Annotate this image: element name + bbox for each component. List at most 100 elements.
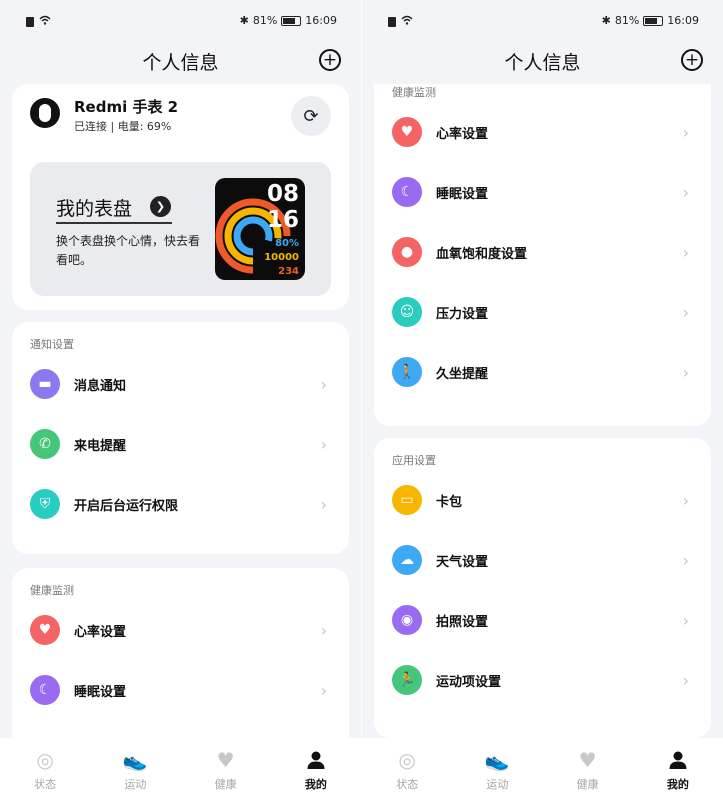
watch-hour: 08 [266,181,299,207]
chevron-right-icon: › [682,122,689,142]
message-icon: ▬ [30,369,60,399]
chevron-right-icon: › [682,490,689,510]
bluetooth-icon: ✱ [601,14,611,27]
chevron-right-icon: › [320,374,327,394]
camera-icon: ◉ [392,605,422,635]
row-message-notification[interactable]: ▬ 消息通知 › [12,358,349,410]
nav-mine[interactable]: 我的 [633,738,723,800]
wifi-icon [401,15,413,28]
status-ring-icon: ◎ [398,748,416,772]
device-status: 已连接 | 电量: 69% [74,120,172,133]
row-heart-rate[interactable]: ♥ 心率设置 › [374,106,711,158]
heart-icon: ♥ [392,117,422,147]
row-label: 睡眠设置 [74,684,127,700]
watchface-description: 换个表盘换个心情，快去看看吧。 [56,234,201,267]
nav-mine[interactable]: 我的 [271,738,361,800]
nav-label: 我的 [666,778,689,791]
phone-icon: ✆ [30,429,60,459]
row-sport-items[interactable]: 🏃 运动项设置 › [374,654,711,706]
row-label: 开启后台运行权限 [74,498,179,514]
person-icon [666,748,690,772]
watch-stat-oxygen: 80% [275,238,299,249]
row-stress[interactable]: ☺ 压力设置 › [374,286,711,338]
section-title: 健康监测 [392,86,436,99]
card-icon: ▭ [392,485,422,515]
row-sedentary-reminder[interactable]: 🚶 久坐提醒 › [374,346,711,398]
watch-icon [30,98,60,128]
row-wallet[interactable]: ▭ 卡包 › [374,474,711,526]
row-heart-rate[interactable]: ♥ 心率设置 › [12,604,349,656]
chevron-right-icon: › [320,680,327,700]
nav-label: 健康 [576,778,599,791]
heart-icon: ♥ [578,748,597,772]
status-bar: ✱ 81% 16:09 [362,0,723,36]
add-button[interactable]: + [319,49,341,71]
content-scroll[interactable]: 健康监测 ♥ 心率设置 › ☾ 睡眠设置 › ● 血氧饱和度设置 › ☺ 压力设… [362,84,723,738]
chevron-right-icon: › [320,434,327,454]
clock: 16:09 [667,14,699,27]
chevron-right-icon: › [320,620,327,640]
row-label: 久坐提醒 [436,366,489,382]
nav-sport[interactable]: 👟 运动 [452,738,542,800]
bottom-nav: ◎ 状态 👟 运动 ♥ 健康 我的 [0,738,361,800]
wifi-icon [39,15,51,28]
row-camera[interactable]: ◉ 拍照设置 › [374,594,711,646]
sim-icon [388,16,396,27]
screen-right: ✱ 81% 16:09 个人信息 + 健康监测 ♥ 心率设置 › ☾ 睡眠设置 [362,0,723,800]
nav-label: 状态 [396,778,419,791]
watchface-panel[interactable]: 我的表盘 ❯ 换个表盘换个心情，快去看看吧。 08 16 80% 10000 2… [30,162,331,296]
chevron-right-icon: ❯ [150,196,171,217]
page-title: 个人信息 [142,52,219,74]
row-call-reminder[interactable]: ✆ 来电提醒 › [12,418,349,470]
chevron-right-icon: › [682,550,689,570]
row-label: 拍照设置 [436,614,489,630]
screen-left: ✱ 81% 16:09 个人信息 + Redmi 手表 2 已连接 | 电量: … [0,0,361,800]
watch-minute: 16 [266,207,299,233]
refresh-icon: ⟳ [303,105,319,127]
sync-button[interactable]: ⟳ [291,96,331,136]
row-label: 心率设置 [74,624,127,640]
row-sleep[interactable]: ☾ 睡眠设置 › [12,664,349,716]
nav-status[interactable]: ◎ 状态 [362,738,452,800]
heart-icon: ♥ [30,615,60,645]
nav-sport[interactable]: 👟 运动 [90,738,180,800]
nav-health[interactable]: ♥ 健康 [543,738,633,800]
sim-icon [26,16,34,27]
battery-percent: 81% [614,14,640,27]
status-ring-icon: ◎ [36,748,54,772]
smile-icon: ☺ [392,297,422,327]
apps-card: 应用设置 ▭ 卡包 › ☁ 天气设置 › ◉ 拍照设置 › 🏃 运动项设置 › [374,438,711,738]
chevron-right-icon: › [682,610,689,630]
chevron-right-icon: › [682,302,689,322]
run-icon: 🏃 [392,665,422,695]
row-label: 压力设置 [436,306,489,322]
row-sleep[interactable]: ☾ 睡眠设置 › [374,166,711,218]
row-blood-oxygen[interactable]: ● 血氧饱和度设置 › [374,226,711,278]
row-background-permission[interactable]: ⛨ 开启后台运行权限 › [12,478,349,530]
clock: 16:09 [305,14,337,27]
row-weather[interactable]: ☁ 天气设置 › [374,534,711,586]
watch-stat-calories: 234 [278,266,299,277]
health-card: 健康监测 ♥ 心率设置 › ☾ 睡眠设置 › ● 血氧饱和度设置 › ☺ 压力设… [374,84,711,426]
nav-label: 健康 [214,778,237,791]
content-scroll[interactable]: Redmi 手表 2 已连接 | 电量: 69% ⟳ 我的表盘 ❯ 换个表盘换个… [0,84,361,738]
watchface-underline [56,222,172,224]
row-label: 来电提醒 [74,438,127,454]
section-title: 通知设置 [30,338,74,351]
device-name: Redmi 手表 2 [74,98,179,116]
bottom-nav: ◎ 状态 👟 运动 ♥ 健康 我的 [362,738,723,800]
device-card: Redmi 手表 2 已连接 | 电量: 69% ⟳ 我的表盘 ❯ 换个表盘换个… [12,84,349,310]
status-bar: ✱ 81% 16:09 [0,0,361,36]
nav-status[interactable]: ◎ 状态 [0,738,90,800]
nav-label: 运动 [486,778,509,791]
add-button[interactable]: + [681,49,703,71]
chevron-right-icon: › [682,242,689,262]
shoe-icon: 👟 [122,748,148,772]
blood-drop-icon: ● [392,237,422,267]
person-icon [304,748,328,772]
battery-icon [643,15,664,26]
nav-label: 状态 [34,778,57,791]
plus-icon: + [322,49,338,70]
nav-health[interactable]: ♥ 健康 [181,738,271,800]
chevron-right-icon: › [320,494,327,514]
